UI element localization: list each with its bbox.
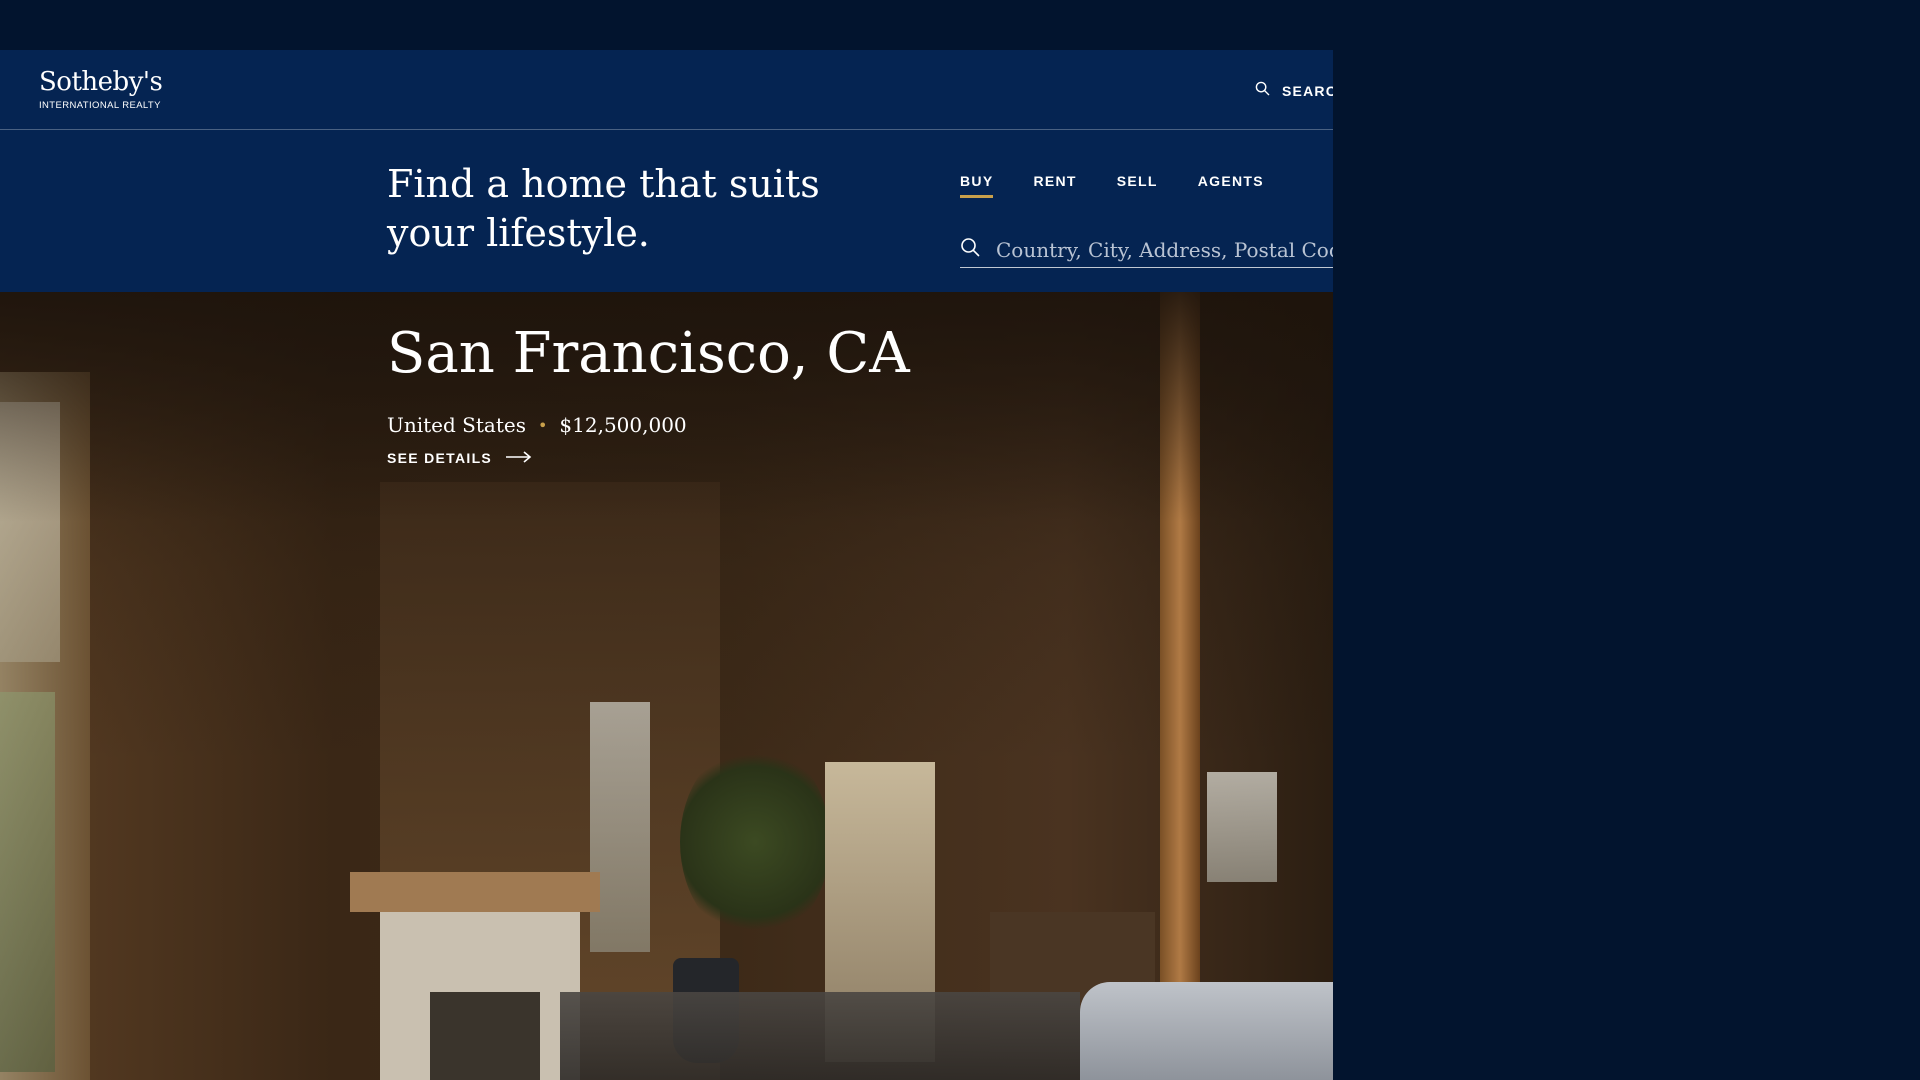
featured-listing-hero: San Francisco, CA United States • $12,50… — [0, 292, 1333, 1080]
tab-sell[interactable]: SELL — [1117, 173, 1158, 198]
tab-agents[interactable]: AGENTS — [1198, 173, 1264, 198]
search-icon — [960, 237, 980, 262]
browser-viewport: Sotheby's INTERNATIONAL REALTY SEARCH Fi… — [0, 50, 1333, 1080]
meta-separator: • — [537, 415, 548, 435]
see-details-label: SEE DETAILS — [387, 450, 493, 466]
location-search-input[interactable] — [996, 237, 1333, 262]
tab-buy[interactable]: BUY — [960, 173, 994, 198]
tab-rent[interactable]: RENT — [1033, 173, 1076, 198]
fireplace-opening-decor — [430, 992, 540, 1080]
floor-decor — [560, 992, 1080, 1080]
hero-tagline: Find a home that suits your lifestyle. — [387, 162, 820, 255]
listing-price: $12,500,000 — [559, 413, 687, 437]
arrow-right-icon — [506, 450, 532, 466]
header-search-label: SEARCH — [1282, 83, 1333, 99]
listing-meta: United States • $12,500,000 — [387, 413, 687, 437]
plant-decor — [680, 742, 830, 942]
listing-country: United States — [387, 413, 526, 437]
location-search-field[interactable] — [960, 232, 1333, 268]
bed-linen-decor — [1080, 982, 1333, 1080]
search-icon — [1255, 81, 1270, 101]
window-right-decor — [1207, 772, 1277, 882]
search-mode-tabs: BUY RENT SELL AGENTS — [960, 173, 1264, 198]
header-search-button[interactable]: SEARCH — [1255, 81, 1333, 101]
window-left-pane-lower-decor — [0, 692, 55, 1072]
logo-wordmark: Sotheby's — [39, 67, 163, 97]
listing-title: San Francisco, CA — [387, 321, 910, 386]
see-details-link[interactable]: SEE DETAILS — [387, 450, 532, 466]
hero-search-panel: Find a home that suits your lifestyle. B… — [0, 131, 1333, 292]
logo-subtitle: INTERNATIONAL REALTY — [39, 100, 161, 111]
window-middle-decor — [590, 702, 650, 952]
sothebys-logo[interactable]: Sotheby's INTERNATIONAL REALTY — [39, 67, 163, 111]
fireplace-mantel-decor — [350, 872, 600, 912]
site-header: Sotheby's INTERNATIONAL REALTY SEARCH — [0, 50, 1333, 130]
